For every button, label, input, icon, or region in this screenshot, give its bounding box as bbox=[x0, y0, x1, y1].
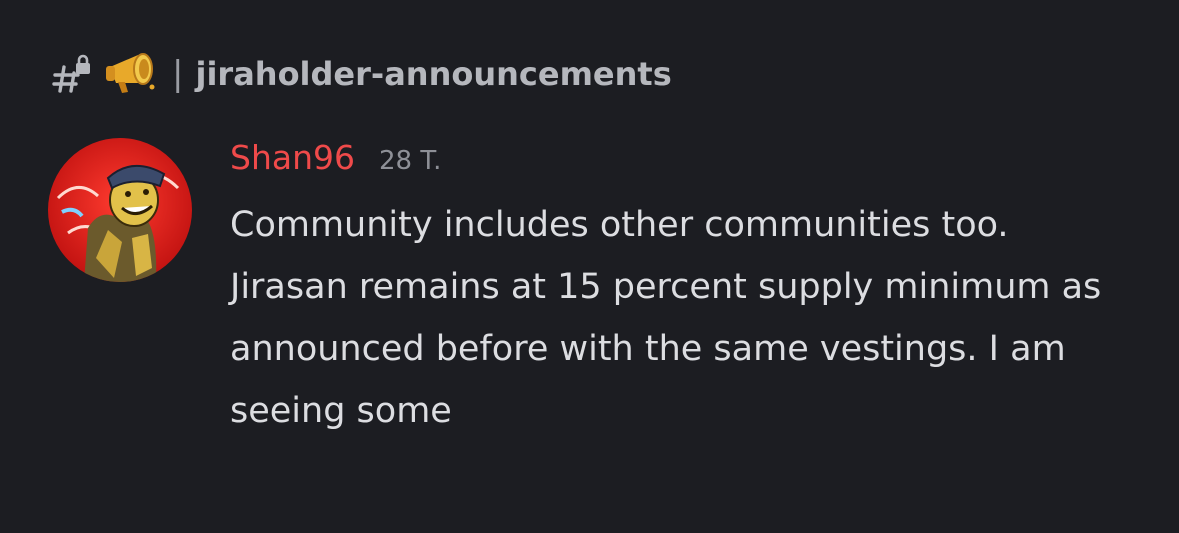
user-avatar[interactable] bbox=[48, 138, 192, 282]
message-timestamp: 28 T. bbox=[379, 146, 442, 176]
channel-name[interactable]: jiraholder-announcements bbox=[195, 55, 671, 93]
author-name[interactable]: Shan96 bbox=[230, 138, 355, 177]
message-text: Community includes other communities too… bbox=[230, 205, 1102, 431]
message-content: Shan96 28 T. Community includes other co… bbox=[230, 138, 1130, 442]
locked-hash-icon bbox=[52, 53, 94, 95]
channel-header: | jiraholder-announcements bbox=[52, 44, 672, 104]
channel-separator: | bbox=[172, 54, 184, 94]
megaphone-icon bbox=[104, 49, 160, 99]
message-header: Shan96 28 T. bbox=[230, 138, 1130, 190]
